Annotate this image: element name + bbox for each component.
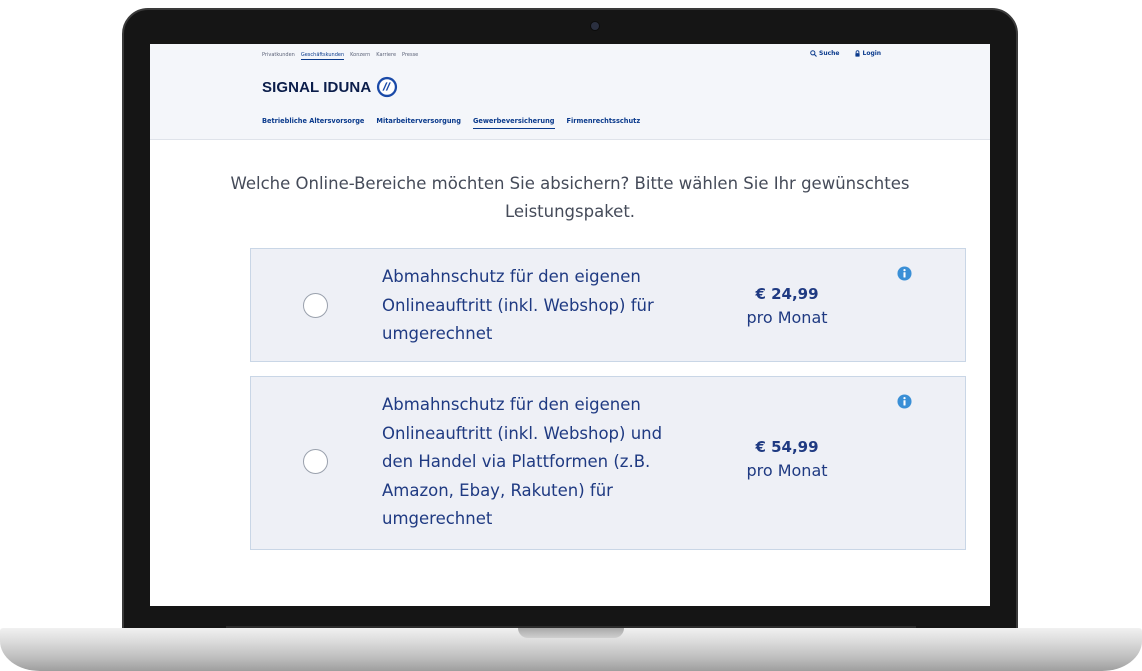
- question-line-1: Welche Online-Bereiche möchten Sie absic…: [230, 174, 910, 193]
- topnav-item-konzern[interactable]: Konzern: [350, 52, 370, 60]
- login-label: Login: [862, 50, 882, 57]
- site-header: Privatkunden Geschäftskunden Konzern Kar…: [150, 44, 990, 140]
- package-description-line: umgerechnet: [382, 324, 493, 343]
- package-description-line: Amazon, Ebay, Rakuten) für: [382, 480, 613, 500]
- top-navigation: Privatkunden Geschäftskunden Konzern Kar…: [262, 52, 418, 60]
- package-option-card[interactable]: Abmahnschutz für den eigenen Onlineauftr…: [250, 248, 966, 362]
- main-navigation: Betriebliche Altersvorsorge Mitarbeiterv…: [262, 117, 640, 129]
- search-link[interactable]: Suche: [810, 50, 840, 57]
- package-radio-button[interactable]: [303, 293, 328, 318]
- topnav-item-geschaeftskunden[interactable]: Geschäftskunden: [300, 52, 345, 60]
- package-description: Abmahnschutz für den eigenen Onlineauftr…: [382, 263, 712, 349]
- signal-iduna-logo[interactable]: SIGNAL IDUNA: [262, 76, 398, 98]
- package-description-line: umgerechnet: [382, 509, 493, 528]
- logo-text: SIGNAL IDUNA: [262, 78, 372, 96]
- login-link[interactable]: Login: [854, 50, 882, 57]
- browser-screen: Privatkunden Geschäftskunden Konzern Kar…: [150, 44, 990, 606]
- header-toolbar: Suche Login: [810, 50, 881, 57]
- question-heading: Welche Online-Bereiche möchten Sie absic…: [200, 170, 940, 226]
- package-description-line: Onlineauftritt (inkl. Webshop) und: [382, 423, 663, 443]
- search-icon: [810, 50, 817, 57]
- package-description-line: den Handel via Plattformen (z.B.: [382, 452, 651, 471]
- price-amount: € 24,99: [755, 285, 819, 303]
- topnav-item-presse[interactable]: Presse: [402, 52, 418, 60]
- mainnav-item-firmenrechtsschutz[interactable]: Firmenrechtsschutz: [567, 117, 641, 129]
- laptop-base-notch: [518, 628, 624, 638]
- webcam: [591, 22, 599, 30]
- price-period: pro Monat: [746, 308, 828, 327]
- logo-mark-icon: [377, 76, 398, 98]
- package-description: Abmahnschutz für den eigenen Onlineauftr…: [382, 391, 712, 534]
- package-description-line: Abmahnschutz für den eigenen: [382, 267, 641, 286]
- topnav-item-privatkunden[interactable]: Privatkunden: [262, 52, 295, 60]
- package-description-line: Abmahnschutz für den eigenen: [382, 395, 641, 414]
- package-price: € 24,99 pro Monat: [721, 283, 853, 331]
- price-period: pro Monat: [746, 461, 828, 480]
- mainnav-item-mitarbeiterversorgung[interactable]: Mitarbeiterversorgung: [376, 117, 461, 129]
- info-icon[interactable]: [897, 266, 912, 281]
- lock-icon: [854, 50, 860, 57]
- mainnav-item-gewerbeversicherung[interactable]: Gewerbeversicherung: [472, 117, 555, 129]
- topnav-item-karriere[interactable]: Karriere: [376, 52, 396, 60]
- search-label: Suche: [819, 50, 840, 57]
- package-radio-button[interactable]: [303, 449, 328, 474]
- price-amount: € 54,99: [755, 438, 819, 456]
- package-option-card[interactable]: Abmahnschutz für den eigenen Onlineauftr…: [250, 376, 966, 550]
- question-line-2: Leistungspaket.: [504, 202, 636, 221]
- package-price: € 54,99 pro Monat: [721, 436, 853, 484]
- mainnav-item-altersvorsorge[interactable]: Betriebliche Altersvorsorge: [262, 117, 364, 129]
- info-icon[interactable]: [897, 394, 912, 409]
- package-description-line: Onlineauftritt (inkl. Webshop) für: [382, 295, 654, 315]
